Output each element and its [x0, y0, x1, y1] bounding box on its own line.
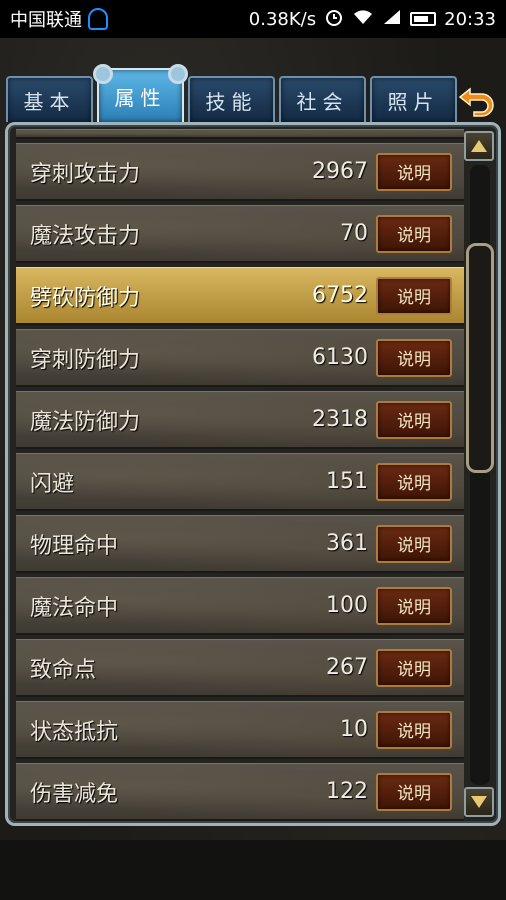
attribute-name: 致命点	[30, 657, 97, 683]
scroll-thumb[interactable]	[466, 243, 494, 473]
attribute-value: 10	[340, 717, 368, 742]
list-item[interactable]: 伤害减免 122 说明	[16, 763, 464, 821]
clock: 20:33	[444, 8, 496, 30]
explain-button[interactable]: 说明	[376, 462, 452, 501]
attribute-value: 361	[326, 531, 368, 556]
attribute-name: 物理命中	[30, 533, 119, 559]
explain-button[interactable]: 说明	[376, 586, 452, 625]
list-item[interactable]: 魔法攻击力 70 说明	[16, 205, 464, 263]
tab-skills[interactable]: 技能	[188, 76, 275, 122]
qq-icon	[88, 8, 108, 30]
attributes-panel: 穿刺攻击力 2967 说明 魔法攻击力 70 说明 劈砍防御力 6752 说明 …	[5, 122, 501, 826]
attribute-name: 劈砍防御力	[30, 285, 141, 311]
attribute-name: 穿刺攻击力	[30, 161, 141, 187]
attribute-value: 6752	[312, 283, 368, 308]
tab-label: 技能	[205, 89, 258, 114]
back-arrow-icon	[458, 87, 494, 117]
list-item-partial	[16, 129, 464, 139]
status-bar: 中国联通 0.38K/s 20:33	[0, 0, 506, 38]
scroll-down-icon	[471, 796, 487, 808]
tab-photos[interactable]: 照片	[370, 76, 457, 122]
tab-label: 社会	[296, 89, 349, 114]
explain-button[interactable]: 说明	[376, 524, 452, 563]
tab-basic[interactable]: 基本	[6, 76, 93, 122]
bottom-band	[0, 840, 506, 900]
explain-button[interactable]: 说明	[376, 214, 452, 253]
list-item[interactable]: 致命点 267 说明	[16, 639, 464, 697]
attribute-name: 穿刺防御力	[30, 347, 141, 373]
tab-attributes[interactable]: 属性	[93, 64, 188, 122]
attribute-list[interactable]: 穿刺攻击力 2967 说明 魔法攻击力 70 说明 劈砍防御力 6752 说明 …	[16, 129, 464, 823]
wifi-icon	[352, 8, 374, 31]
explain-button[interactable]: 说明	[376, 338, 452, 377]
carrier-name: 中国联通	[10, 10, 82, 31]
back-button[interactable]	[456, 82, 496, 118]
attribute-value: 2967	[312, 159, 368, 184]
tab-bar: 基本 属性 技能 社会 照片	[6, 64, 457, 122]
tab-label: 属性	[114, 85, 167, 110]
list-item[interactable]: 状态抵抗 10 说明	[16, 701, 464, 759]
list-item[interactable]: 穿刺防御力 6130 说明	[16, 329, 464, 387]
list-item[interactable]: 魔法命中 100 说明	[16, 577, 464, 635]
scroll-up-button[interactable]	[464, 131, 494, 161]
attribute-value: 70	[340, 221, 368, 246]
explain-button[interactable]: 说明	[376, 400, 452, 439]
attribute-name: 魔法命中	[30, 595, 119, 621]
attribute-value: 122	[326, 779, 368, 804]
signal-icon	[382, 8, 402, 31]
list-item-selected[interactable]: 劈砍防御力 6752 说明	[16, 267, 464, 325]
scrollbar[interactable]	[464, 131, 496, 819]
tab-social[interactable]: 社会	[279, 76, 366, 122]
explain-button[interactable]: 说明	[376, 152, 452, 191]
attribute-value: 6130	[312, 345, 368, 370]
attribute-value: 2318	[312, 407, 368, 432]
attribute-name: 状态抵抗	[30, 719, 119, 745]
list-item[interactable]: 魔法防御力 2318 说明	[16, 391, 464, 449]
explain-button[interactable]: 说明	[376, 710, 452, 749]
alarm-icon	[324, 7, 344, 32]
battery-icon	[410, 12, 437, 26]
attribute-value: 151	[326, 469, 368, 494]
scroll-down-button[interactable]	[464, 787, 494, 817]
tab-label: 基本	[23, 89, 76, 114]
scroll-up-icon	[471, 140, 487, 152]
attribute-value: 100	[326, 593, 368, 618]
list-item[interactable]: 闪避 151 说明	[16, 453, 464, 511]
status-right: 0.38K/s 20:33	[249, 7, 496, 32]
tab-label: 照片	[387, 89, 440, 114]
explain-button[interactable]: 说明	[376, 276, 452, 315]
attribute-value: 267	[326, 655, 368, 680]
attribute-name: 魔法攻击力	[30, 223, 141, 249]
explain-button[interactable]: 说明	[376, 772, 452, 811]
list-item[interactable]: 穿刺攻击力 2967 说明	[16, 143, 464, 201]
attribute-name: 魔法防御力	[30, 409, 141, 435]
list-item[interactable]: 物理命中 361 说明	[16, 515, 464, 573]
explain-button[interactable]: 说明	[376, 648, 452, 687]
attribute-name: 闪避	[30, 471, 75, 497]
attribute-name: 伤害减免	[30, 781, 119, 807]
network-speed: 0.38K/s	[248, 8, 317, 30]
